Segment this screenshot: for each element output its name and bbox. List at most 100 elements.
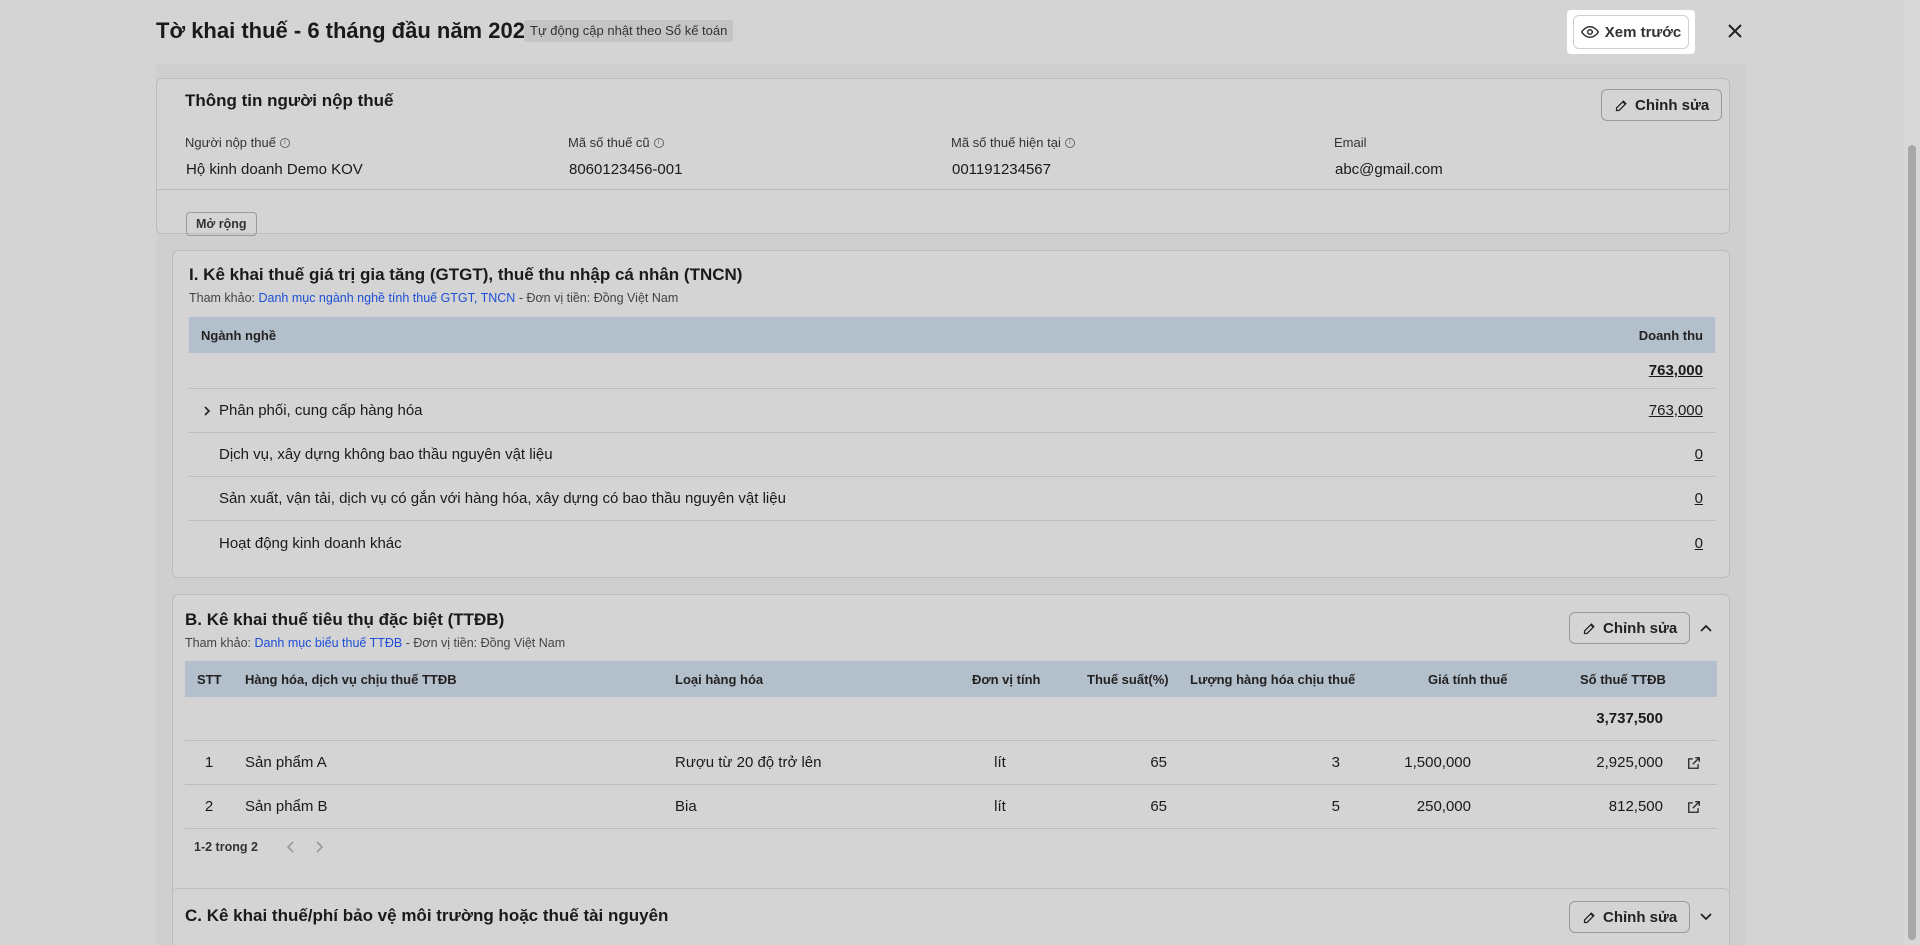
open-detail-button[interactable]: [1687, 741, 1701, 784]
prev-page-button[interactable]: [285, 840, 297, 859]
expand-row-toggle[interactable]: [201, 389, 213, 432]
external-link-icon: [1688, 756, 1700, 769]
close-icon: [1728, 24, 1742, 38]
vat-reference-link[interactable]: Danh mục ngành nghề tính thuế GTGT, TNCN: [258, 291, 515, 305]
field-label-taxpayer: Người nộp thuế i: [185, 135, 290, 150]
field-value-current-tax-code: 001191234567: [952, 161, 1051, 178]
field-value-taxpayer: Hộ kinh doanh Demo KOV: [186, 161, 363, 178]
col-qty: Lượng hàng hóa chịu thuế: [1190, 671, 1356, 687]
ref-prefix: Tham khảo:: [185, 636, 255, 650]
col-stt: STT: [197, 671, 222, 687]
col-rate: Thuế suất(%): [1087, 671, 1169, 687]
collapse-button[interactable]: [1692, 614, 1720, 642]
col-industry: Ngành nghề: [201, 327, 277, 343]
ref-suffix: - Đơn vị tiền: Đồng Việt Nam: [402, 636, 566, 650]
scrollbar-thumb[interactable]: [1908, 145, 1916, 940]
vat-total-row: 763,000: [189, 353, 1715, 389]
row-rate: 65: [1150, 754, 1167, 771]
modal-header: Tờ khai thuế - 6 tháng đầu năm 2026 Tự đ…: [0, 0, 1904, 64]
taxpayer-title: Thông tin người nộp thuế: [185, 91, 394, 110]
row-tax: 812,500: [1608, 798, 1663, 815]
expand-section-button[interactable]: [1692, 903, 1720, 931]
next-page-button[interactable]: [313, 840, 325, 859]
pencil-icon: [1583, 911, 1595, 923]
edit-label: Chỉnh sửa: [1635, 96, 1710, 114]
info-icon: i: [1064, 137, 1075, 148]
col-price: Giá tính thuế: [1428, 671, 1508, 687]
vat-total-value[interactable]: 763,000: [1649, 353, 1703, 388]
ttdb-edit-button[interactable]: Chỉnh sửa: [1569, 612, 1691, 644]
divider: [157, 189, 1729, 190]
vat-row: Phân phối, cung cấp hàng hóa 763,000: [189, 389, 1715, 433]
ttdb-total-value: 3,737,500: [1596, 710, 1663, 727]
info-icon: i: [279, 137, 290, 148]
taxpayer-edit-button[interactable]: Chỉnh sửa: [1601, 89, 1723, 121]
vat-row-name: Dịch vụ, xây dựng không bao thầu nguyên …: [219, 446, 553, 463]
col-goods: Hàng hóa, dịch vụ chịu thuế TTĐB: [245, 671, 457, 687]
row-type: Rượu từ 20 độ trở lên: [675, 754, 822, 771]
close-button[interactable]: [1720, 16, 1750, 46]
col-revenue: Doanh thu: [1638, 327, 1703, 343]
field-label-current-tax-code: Mã số thuế hiện tại i: [951, 135, 1075, 150]
ttdb-table-header: STT Hàng hóa, dịch vụ chịu thuế TTĐB Loạ…: [185, 661, 1717, 697]
field-value-old-tax-code: 8060123456-001: [569, 161, 683, 178]
row-qty: 5: [1331, 798, 1340, 815]
chevron-down-icon: [1700, 913, 1712, 921]
auto-update-badge: Tự động cập nhật theo Sổ kế toán: [524, 20, 734, 42]
preview-label: Xem trước: [1604, 23, 1682, 41]
tax-declaration-page: Tờ khai thuế - 6 tháng đầu năm 2026 Tự đ…: [0, 0, 1920, 945]
row-rate: 65: [1150, 798, 1167, 815]
open-detail-button[interactable]: [1687, 785, 1701, 828]
vat-reference: Tham khảo: Danh mục ngành nghề tính thuế…: [189, 291, 678, 305]
row-stt: 2: [204, 798, 214, 815]
ttdb-total-row: 3,737,500: [185, 697, 1717, 741]
chevron-right-icon: [204, 405, 211, 416]
page-title: Tờ khai thuế - 6 tháng đầu năm 2026: [156, 18, 538, 43]
scrollbar[interactable]: [1904, 0, 1920, 945]
vat-section-title: I. Kê khai thuế giá trị gia tăng (GTGT),…: [189, 265, 743, 284]
col-type: Loại hàng hóa: [675, 671, 764, 687]
vat-row: Dịch vụ, xây dựng không bao thầu nguyên …: [189, 433, 1715, 477]
row-type: Bia: [675, 798, 697, 815]
row-tax: 2,925,000: [1596, 754, 1663, 771]
preview-button-highlight: Xem trước: [1567, 10, 1695, 54]
vat-row-value[interactable]: 0: [1695, 521, 1703, 565]
vat-row-value[interactable]: 763,000: [1649, 389, 1703, 432]
expand-button[interactable]: Mở rộng: [186, 212, 257, 236]
env-edit-button[interactable]: Chỉnh sửa: [1569, 901, 1691, 933]
row-unit: lít: [994, 798, 1006, 815]
vat-row-value[interactable]: 0: [1695, 477, 1703, 520]
chevron-left-icon: [286, 841, 294, 853]
pencil-icon: [1615, 99, 1627, 111]
env-section-title: C. Kê khai thuế/phí bảo vệ môi trường ho…: [185, 906, 669, 925]
row-stt: 1: [204, 754, 214, 771]
info-icon: i: [653, 137, 664, 148]
preview-button[interactable]: Xem trước: [1573, 15, 1689, 49]
vat-row-name: Hoạt động kinh doanh khác: [219, 534, 402, 552]
row-unit: lít: [994, 754, 1006, 771]
ttdb-section-title: B. Kê khai thuế tiêu thụ đặc biệt (TTĐB): [185, 610, 505, 629]
col-unit: Đơn vị tính: [972, 671, 1041, 687]
edit-label: Chỉnh sửa: [1603, 908, 1678, 926]
col-tax: Số thuế TTĐB: [1580, 671, 1666, 687]
vat-section-card: I. Kê khai thuế giá trị gia tăng (GTGT),…: [172, 250, 1730, 578]
env-section-card: C. Kê khai thuế/phí bảo vệ môi trường ho…: [172, 888, 1730, 945]
row-price: 250,000: [1416, 798, 1471, 815]
pagination-info: 1-2 trong 2: [194, 840, 258, 854]
vat-row: Sản xuất, vận tải, dịch vụ có gắn với hà…: [189, 477, 1715, 521]
ref-prefix: Tham khảo:: [189, 291, 259, 305]
field-label-email: Email: [1334, 135, 1367, 150]
field-value-email: abc@gmail.com: [1335, 161, 1443, 178]
eye-icon: [1580, 25, 1599, 39]
pencil-icon: [1583, 622, 1595, 634]
ttdb-reference-link[interactable]: Danh mục biểu thuế TTĐB: [254, 636, 402, 650]
chevron-right-icon: [316, 841, 324, 853]
table-row: 2 Sản phẩm B Bia lít 65 5 250,000 812,50…: [185, 785, 1717, 829]
vat-row-name: Phân phối, cung cấp hàng hóa: [219, 402, 423, 419]
ttdb-section-card: B. Kê khai thuế tiêu thụ đặc biệt (TTĐB)…: [172, 594, 1730, 936]
row-qty: 3: [1331, 754, 1340, 771]
taxpayer-card: Thông tin người nộp thuế Chỉnh sửa Người…: [156, 78, 1730, 236]
ref-suffix: - Đơn vị tiền: Đồng Việt Nam: [515, 291, 679, 305]
vat-row-value[interactable]: 0: [1695, 433, 1703, 476]
vat-table-header: Ngành nghề Doanh thu: [189, 317, 1715, 353]
